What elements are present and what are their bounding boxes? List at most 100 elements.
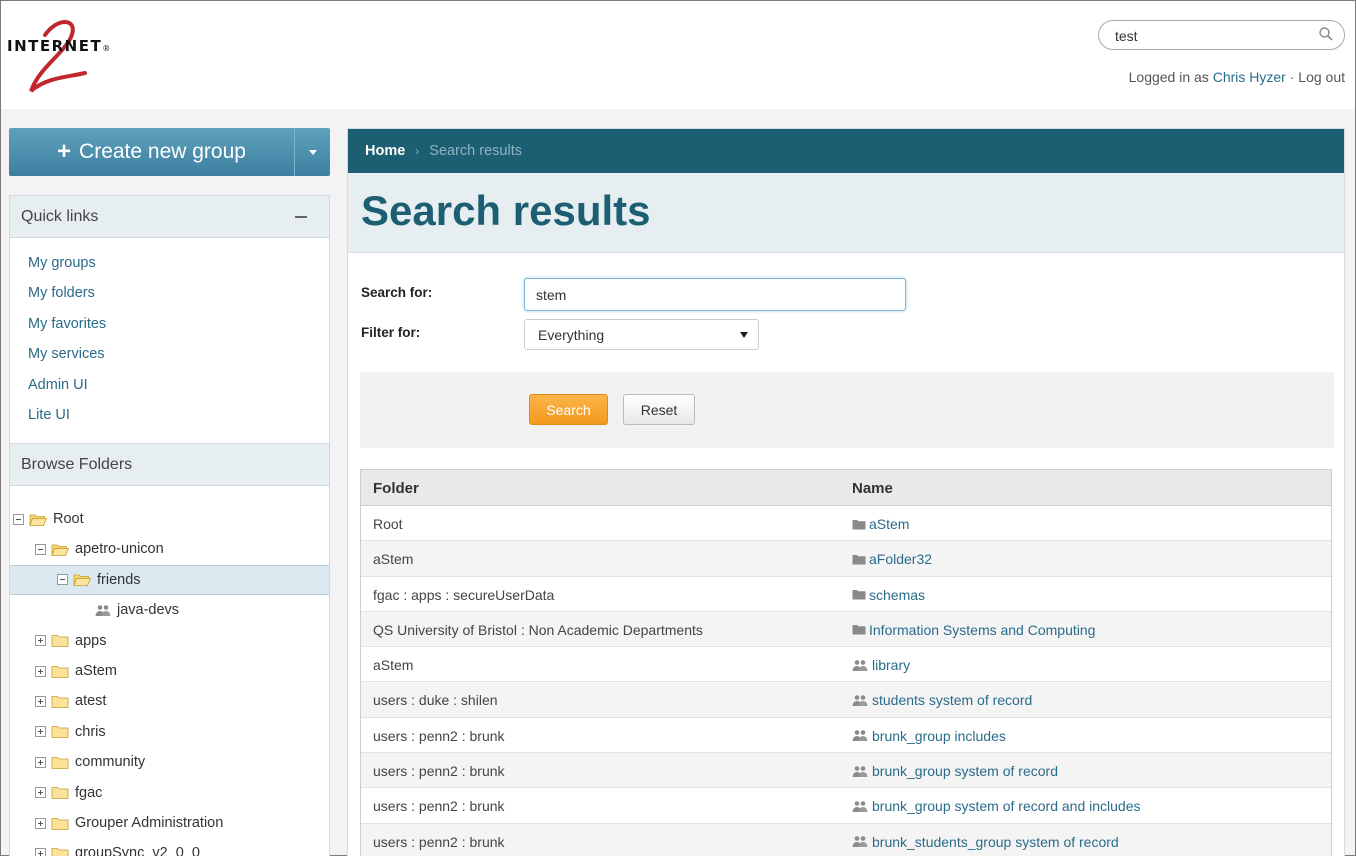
result-link[interactable]: library <box>872 657 910 673</box>
create-new-group-main[interactable]: + Create new group <box>9 128 294 176</box>
result-link[interactable]: aStem <box>869 516 909 532</box>
tree-node-label[interactable]: atest <box>75 693 106 709</box>
global-search[interactable] <box>1098 20 1345 50</box>
logo-swoosh-icon <box>29 20 87 93</box>
tree-node-label[interactable]: groupSync_v2_0_0 <box>75 845 200 856</box>
tree-node-label[interactable]: Root <box>53 511 84 527</box>
create-dropdown-toggle[interactable] <box>294 128 330 176</box>
tree-node-chris[interactable]: chris <box>10 717 329 747</box>
quick-link-my-favorites[interactable]: My favorites <box>28 316 106 332</box>
internet2-logo[interactable]: INTERNET® <box>7 15 117 97</box>
collapse-icon[interactable] <box>295 216 307 218</box>
result-link[interactable]: Information Systems and Computing <box>869 622 1095 638</box>
result-link[interactable]: brunk_group system of record <box>872 763 1058 779</box>
header: INTERNET® Logged in as Chris Hyzer · Log… <box>1 1 1355 109</box>
expand-icon[interactable] <box>35 756 46 768</box>
expand-icon[interactable] <box>35 635 46 647</box>
create-new-group-button[interactable]: + Create new group <box>9 128 330 176</box>
global-search-input[interactable] <box>1115 27 1315 45</box>
result-link[interactable]: brunk_group system of record and include… <box>872 798 1140 814</box>
logout-link[interactable]: Log out <box>1298 69 1345 85</box>
collapse-icon[interactable] <box>13 513 24 525</box>
collapse-icon[interactable] <box>57 574 68 586</box>
folder-icon <box>852 624 869 635</box>
results-body: Root aStem aStem aFolder32 fgac : apps : sec… <box>361 506 1331 856</box>
result-link[interactable]: schemas <box>869 587 925 603</box>
result-name-cell: Information Systems and Computing <box>852 622 1095 638</box>
search-for-input[interactable] <box>524 278 906 311</box>
tree-node-java-devs[interactable]: java-devs <box>10 595 329 625</box>
table-row: aStem aFolder32 <box>361 541 1331 577</box>
folder-icon <box>51 756 75 769</box>
quick-link-admin-ui[interactable]: Admin UI <box>28 377 88 393</box>
tree-node-label[interactable]: community <box>75 754 145 770</box>
quick-links-title: Quick links <box>21 207 99 225</box>
folder-path: users : penn2 : brunk <box>373 763 505 780</box>
group-icon <box>852 800 872 813</box>
expand-icon[interactable] <box>35 787 46 799</box>
tree-node-label[interactable]: aStem <box>75 663 117 679</box>
expand-icon[interactable] <box>35 695 46 707</box>
expand-icon[interactable] <box>35 847 46 856</box>
expand-icon[interactable] <box>35 726 46 738</box>
result-link[interactable]: students system of record <box>872 692 1032 708</box>
tree-node-astem[interactable]: aStem <box>10 656 329 686</box>
result-link[interactable]: brunk_students_group system of record <box>872 834 1119 850</box>
result-name-cell: brunk_group system of record <box>852 763 1058 779</box>
tree-node-label[interactable]: apetro-unicon <box>75 541 164 557</box>
reset-button[interactable]: Reset <box>623 394 695 425</box>
tree-node-apetro-unicon[interactable]: apetro-unicon <box>10 534 329 564</box>
quick-links-header[interactable]: Quick links <box>10 196 329 238</box>
result-link[interactable]: brunk_group includes <box>872 728 1006 744</box>
expand-icon[interactable] <box>35 665 46 677</box>
tree-node-atest[interactable]: atest <box>10 686 329 716</box>
table-row: users : penn2 : brunk brunk_students_grou… <box>361 823 1331 856</box>
breadcrumb: Home › Search results <box>348 129 1344 173</box>
main-content: Home › Search results Search results Sea… <box>347 128 1345 856</box>
user-name-link[interactable]: Chris Hyzer <box>1213 69 1286 85</box>
quick-link-lite-ui[interactable]: Lite UI <box>28 407 70 423</box>
tree-node-root[interactable]: Root <box>10 504 329 534</box>
tree-node-label[interactable]: java-devs <box>117 602 179 618</box>
breadcrumb-current: Search results <box>429 143 522 159</box>
column-name[interactable]: Name <box>852 480 893 497</box>
result-name-cell: aFolder32 <box>852 551 932 567</box>
browse-folders-title: Browse Folders <box>21 455 133 473</box>
quick-link-my-groups[interactable]: My groups <box>28 255 96 271</box>
folder-icon <box>51 695 75 708</box>
tree-node-label[interactable]: friends <box>97 572 141 588</box>
breadcrumb-home[interactable]: Home <box>365 143 405 159</box>
tree-node-label[interactable]: apps <box>75 633 106 649</box>
result-link[interactable]: aFolder32 <box>869 551 932 567</box>
folder-icon <box>852 589 869 600</box>
separator: · <box>1289 69 1295 85</box>
quick-link-my-services[interactable]: My services <box>28 346 105 362</box>
folder-icon <box>51 665 75 678</box>
search-button[interactable]: Search <box>529 394 608 425</box>
collapse-icon[interactable] <box>35 543 46 555</box>
tree-node-friends[interactable]: friends <box>10 564 329 595</box>
logo-text: INTERNET® <box>7 37 112 55</box>
tree-node-label[interactable]: Grouper Administration <box>75 815 223 831</box>
tree-node-community[interactable]: community <box>10 747 329 777</box>
quick-link-my-folders[interactable]: My folders <box>28 285 95 301</box>
tree-node-apps[interactable]: apps <box>10 626 329 656</box>
create-new-group-label: Create new group <box>79 140 246 163</box>
caret-down-icon <box>308 149 317 155</box>
folder-icon <box>51 786 75 799</box>
tree-node-label[interactable]: fgac <box>75 785 102 801</box>
search-icon[interactable] <box>1318 26 1334 42</box>
folder-icon <box>51 847 75 856</box>
expand-icon[interactable] <box>35 817 46 829</box>
results-table: Folder Name Root aStem aStem aFolder32 fgac … <box>360 469 1332 856</box>
result-name-cell: library <box>852 657 910 673</box>
results-header: Folder Name <box>361 470 1331 506</box>
column-folder[interactable]: Folder <box>373 480 419 497</box>
filter-for-select[interactable]: Everything <box>524 319 759 350</box>
tree-node-grouper-administration[interactable]: Grouper Administration <box>10 808 329 838</box>
tree-node-fgac[interactable]: fgac <box>10 778 329 808</box>
quick-links-panel: Quick links My groups My folders My favo… <box>9 195 330 444</box>
table-row: users : duke : shilen students system of … <box>361 682 1331 718</box>
tree-node-label[interactable]: chris <box>75 724 106 740</box>
tree-node-groupsync-v2-0-0[interactable]: groupSync_v2_0_0 <box>10 838 329 856</box>
